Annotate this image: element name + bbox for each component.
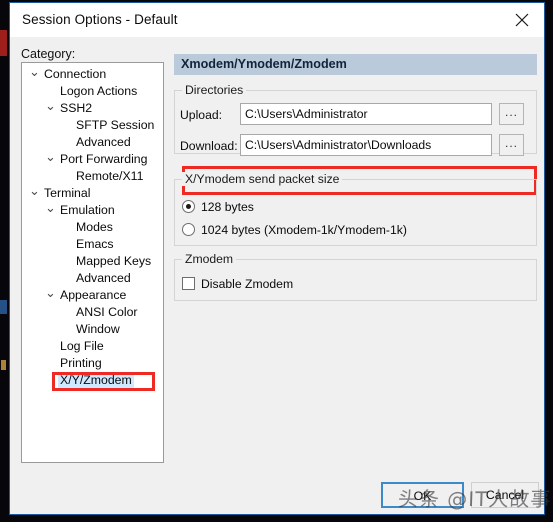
radio-128-bytes-mark [182, 200, 195, 213]
title-bar: Session Options - Default [10, 3, 544, 37]
tree-item[interactable]: Window [22, 321, 163, 338]
close-button[interactable] [500, 3, 544, 36]
upload-input[interactable]: C:\Users\Administrator [240, 103, 492, 125]
disable-zmodem-label: Disable Zmodem [201, 277, 294, 291]
tree-item[interactable]: Advanced [22, 134, 163, 151]
tree-item-label: Printing [60, 356, 102, 370]
zmodem-group-title: Zmodem [182, 252, 237, 266]
edge-artifact-amber [1, 360, 6, 370]
disable-zmodem-checkbox[interactable]: Disable Zmodem [182, 276, 382, 292]
upload-browse-button[interactable]: ... [499, 103, 524, 125]
edge-artifact-blue [0, 300, 7, 314]
tree-item[interactable]: ⌄ Port Forwarding [22, 150, 163, 168]
directories-group-title: Directories [182, 83, 247, 97]
tree-item-label: Connection [44, 67, 107, 81]
tree-item[interactable]: ⌄ Terminal [22, 184, 163, 202]
tree-item-label: Port Forwarding [60, 152, 148, 166]
tree-item-label: Log File [60, 339, 104, 353]
chevron-down-icon[interactable]: ⌄ [44, 99, 57, 112]
tree-item-label: SFTP Session [76, 118, 155, 132]
tree-item[interactable]: Advanced [22, 270, 163, 287]
tree-item[interactable]: ⌄ Connection [22, 65, 163, 83]
tree-item-label: Window [76, 322, 120, 336]
packet-size-group-title: X/Ymodem send packet size [182, 172, 343, 186]
tree-item-label: Emulation [60, 203, 115, 217]
tree-item[interactable]: ANSI Color [22, 304, 163, 321]
radio-128-bytes[interactable]: 128 bytes [182, 199, 382, 215]
category-label: Category: [21, 47, 76, 61]
tree-item-label: Remote/X11 [76, 169, 144, 183]
window-title: Session Options - Default [22, 12, 178, 27]
radio-1024-bytes-mark [182, 223, 195, 236]
tree-item[interactable]: X/Y/Zmodem [22, 372, 163, 389]
download-browse-button[interactable]: ... [499, 134, 524, 156]
radio-1024-bytes[interactable]: 1024 bytes (Xmodem-1k/Ymodem-1k) [182, 222, 482, 238]
pane-header-title: Xmodem/Ymodem/Zmodem [181, 57, 347, 71]
chevron-down-icon[interactable]: ⌄ [44, 201, 57, 214]
tree-item[interactable]: SFTP Session [22, 117, 163, 134]
tree-item-label: Advanced [76, 135, 131, 149]
tree-item[interactable]: ⌄ Appearance [22, 286, 163, 304]
tree-item-label: X/Y/Zmodem [58, 372, 134, 389]
tree-item[interactable]: ⌄ SSH2 [22, 99, 163, 117]
dialog-body: Category: ⌄ Connection Logon Actions ⌄ SSH2 S… [10, 37, 544, 514]
tree-item-label: Emacs [76, 237, 114, 251]
tree-item-label: Modes [76, 220, 113, 234]
tree-item-label: SSH2 [60, 101, 93, 115]
pane-header: Xmodem/Ymodem/Zmodem [174, 54, 537, 75]
upload-label: Upload: [180, 108, 223, 122]
tree-item[interactable]: Mapped Keys [22, 253, 163, 270]
close-icon [515, 13, 529, 26]
chevron-down-icon[interactable]: ⌄ [44, 150, 57, 163]
tree-item-label: Appearance [60, 288, 127, 302]
tree-item[interactable]: ⌄ Emulation [22, 201, 163, 219]
radio-1024-bytes-label: 1024 bytes (Xmodem-1k/Ymodem-1k) [201, 223, 407, 237]
radio-128-bytes-label: 128 bytes [201, 200, 254, 214]
chevron-down-icon[interactable]: ⌄ [28, 65, 41, 78]
chevron-down-icon[interactable]: ⌄ [28, 184, 41, 197]
tree-item-label: Advanced [76, 271, 131, 285]
edge-artifact-red [0, 30, 7, 56]
tree-item-label: ANSI Color [76, 305, 138, 319]
tree-item[interactable]: Emacs [22, 236, 163, 253]
tree-item[interactable]: Logon Actions [22, 83, 163, 100]
tree-item-label: Logon Actions [60, 84, 138, 98]
download-label: Download: [180, 139, 238, 153]
tree-item[interactable]: Printing [22, 355, 163, 372]
ok-button[interactable]: OK [381, 482, 464, 508]
tree-item[interactable]: Modes [22, 219, 163, 236]
session-options-dialog: Session Options - Default Category: ⌄ Con… [9, 2, 545, 515]
settings-pane: Xmodem/Ymodem/Zmodem Directories Upload:… [174, 54, 537, 514]
tree-item-label: Mapped Keys [76, 254, 152, 268]
tree-item[interactable]: Log File [22, 338, 163, 355]
chevron-down-icon[interactable]: ⌄ [44, 286, 57, 299]
cancel-button[interactable]: Cancel [471, 482, 539, 508]
tree-item[interactable]: Remote/X11 [22, 168, 163, 185]
download-input[interactable]: C:\Users\Administrator\Downloads [240, 134, 492, 156]
disable-zmodem-check-mark [182, 277, 195, 290]
category-tree[interactable]: ⌄ Connection Logon Actions ⌄ SSH2 SFTP Sessio… [21, 62, 164, 463]
